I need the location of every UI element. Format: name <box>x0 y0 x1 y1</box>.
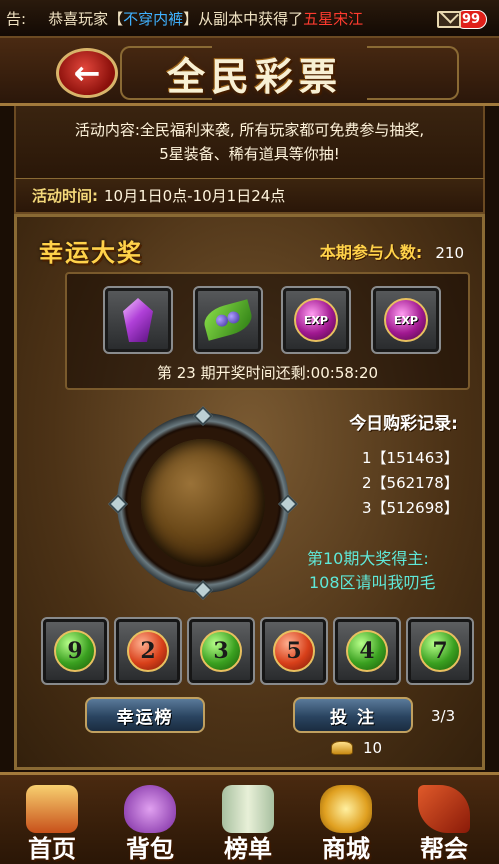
lottery-panel: 幸运大奖 本期参与人数: 210 EXP EXP 第 23 期开奖时间还剩:00… <box>14 214 485 770</box>
record-item: 2【562178】 <box>362 474 459 492</box>
page-title: 全民彩票 <box>166 54 343 99</box>
palace-icon <box>26 785 78 833</box>
description-line-1: 活动内容:全民福利来袭, 所有玩家都可免费参与抽奖, <box>74 121 425 139</box>
gold-amount: 10 <box>363 739 383 757</box>
lucky-prize-title: 幸运大奖 <box>39 238 143 267</box>
announcement-prefix: 恭喜玩家 <box>48 9 109 28</box>
nav-label: 背包 <box>126 834 174 863</box>
lucky-ranking-button[interactable]: 幸运榜 <box>85 697 205 733</box>
back-arrow-icon: ← <box>73 54 101 92</box>
nav-item-shop[interactable]: 商城 <box>298 783 394 863</box>
number-slot: 2 <box>114 617 182 685</box>
bracket-close: 】 <box>183 9 199 28</box>
mail-button[interactable]: 99 <box>437 7 489 31</box>
nav-label: 帮会 <box>420 834 468 863</box>
nav-item-guild[interactable]: 帮会 <box>396 783 492 863</box>
countdown-prefix: 第 <box>156 364 172 382</box>
number-ball: 3 <box>200 630 242 672</box>
gold-ingot-icon <box>331 741 353 755</box>
description-line-2: 5星装备、稀有道具等你抽! <box>159 145 340 163</box>
prize-box: EXP EXP 第 23 期开奖时间还剩:00:58:20 <box>65 272 470 390</box>
countdown-time: 00:58:20 <box>310 364 379 382</box>
number-slot: 7 <box>406 617 474 685</box>
records-title: 今日购彩记录: <box>349 414 458 434</box>
participants-label: 本期参与人数: <box>319 243 423 262</box>
bag-icon <box>124 785 176 833</box>
participants: 本期参与人数: 210 <box>320 239 464 263</box>
nav-item-bag[interactable]: 背包 <box>102 783 198 863</box>
prize-slot[interactable]: EXP <box>371 286 441 354</box>
countdown-mid: 期开奖时间还剩: <box>200 364 311 382</box>
activity-time-value: 10月1日0点-10月1日24点 <box>104 187 286 205</box>
herb-leaf-icon <box>200 299 256 341</box>
bracket-open: 【 <box>108 9 124 28</box>
participants-count: 210 <box>435 244 464 262</box>
page-header: ← 全民彩票 <box>0 38 499 106</box>
guild-banner-icon <box>418 785 470 833</box>
draw-countdown: 第 23 期开奖时间还剩:00:58:20 <box>67 362 468 383</box>
scroll-icon <box>222 785 274 833</box>
ring-center <box>141 439 265 567</box>
exp-orb-icon: EXP <box>294 298 338 342</box>
announcement-bar: 告: 恭喜玩家 【 不穿内裤 】 从副本中获得了 五星宋江 <box>0 0 499 38</box>
number-ball: 4 <box>346 630 388 672</box>
announcement-middle: 从副本中获得了 <box>198 9 304 28</box>
bet-button[interactable]: 投 注 <box>293 697 413 733</box>
record-item: 1【151463】 <box>362 449 459 467</box>
envelope-icon <box>437 10 461 28</box>
announcement-item: 五星宋江 <box>303 9 364 28</box>
winner-name: 108区请叫我叨毛 <box>309 573 436 592</box>
number-slot: 3 <box>187 617 255 685</box>
nav-item-home[interactable]: 首页 <box>4 783 100 863</box>
exp-orb-icon: EXP <box>384 298 428 342</box>
number-ball: 5 <box>273 630 315 672</box>
activity-description: 活动内容:全民福利来袭, 所有玩家都可免费参与抽奖, 5星装备、稀有道具等你抽! <box>14 106 485 178</box>
winner-label: 第10期大奖得主: <box>307 549 429 568</box>
prize-slot[interactable] <box>103 286 173 354</box>
number-slot: 4 <box>333 617 401 685</box>
activity-time-label: 活动时间: <box>32 187 98 205</box>
number-slot: 9 <box>41 617 109 685</box>
back-button[interactable]: ← <box>56 48 118 98</box>
purple-crystal-icon <box>123 298 153 342</box>
announcement-label: 告: <box>6 9 27 28</box>
gold-ingot-icon <box>320 785 372 833</box>
gold-balance: 10 <box>331 739 382 757</box>
number-ball: 7 <box>419 630 461 672</box>
activity-time: 活动时间: 10月1日0点-10月1日24点 <box>14 178 485 214</box>
round-number: 23 <box>176 364 196 382</box>
bottom-nav: 首页 背包 榜单 商城 帮会 <box>0 772 499 864</box>
nav-label: 榜单 <box>224 834 272 863</box>
number-ball: 2 <box>127 630 169 672</box>
nav-label: 商城 <box>322 834 370 863</box>
number-slot: 5 <box>260 617 328 685</box>
lottery-ring <box>108 406 298 600</box>
prize-slot[interactable]: EXP <box>281 286 351 354</box>
number-ball: 9 <box>54 630 96 672</box>
nav-label: 首页 <box>28 834 76 863</box>
bet-count: 3/3 <box>431 707 456 725</box>
record-item: 3【512698】 <box>362 499 459 517</box>
announcement-player: 不穿内裤 <box>123 9 184 28</box>
prize-slot[interactable] <box>193 286 263 354</box>
nav-item-ranking[interactable]: 榜单 <box>200 783 296 863</box>
